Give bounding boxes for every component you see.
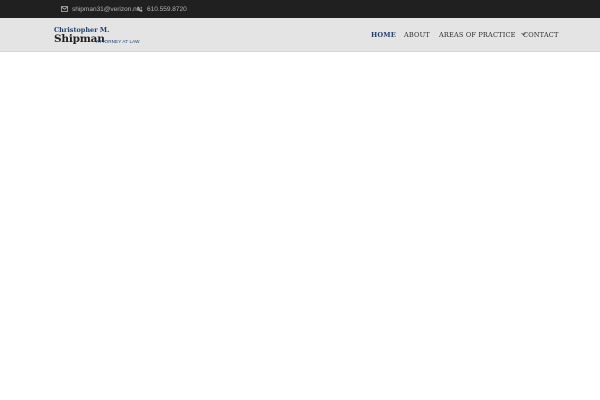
nav-home-label: HOME (371, 31, 396, 39)
main-content (0, 52, 600, 400)
nav-areas-of-practice-label: AREAS OF PRACTICE (439, 31, 516, 39)
site-logo[interactable]: Christopher M. Shipman ATTORNEY AT LAW (54, 26, 146, 48)
nav-areas-of-practice[interactable]: AREAS OF PRACTICE (439, 18, 526, 52)
nav-about-label: ABOUT (404, 31, 430, 39)
site-header: Christopher M. Shipman ATTORNEY AT LAW H… (0, 18, 600, 52)
email-text: shipman31@verizon.net (72, 5, 143, 13)
nav-contact-label: CONTACT (523, 31, 559, 39)
phone-icon (137, 6, 147, 12)
nav-contact[interactable]: CONTACT (523, 18, 559, 52)
logo-tagline: ATTORNEY AT LAW (96, 39, 140, 44)
envelope-icon (61, 6, 72, 12)
email-link[interactable]: shipman31@verizon.net (61, 0, 142, 18)
nav-about[interactable]: ABOUT (404, 18, 430, 52)
top-info-bar: shipman31@verizon.net 610.559.8720 (0, 0, 600, 18)
nav-home[interactable]: HOME (371, 18, 396, 52)
phone-text: 610.559.8720 (147, 5, 187, 13)
phone-link[interactable]: 610.559.8720 (137, 0, 187, 18)
